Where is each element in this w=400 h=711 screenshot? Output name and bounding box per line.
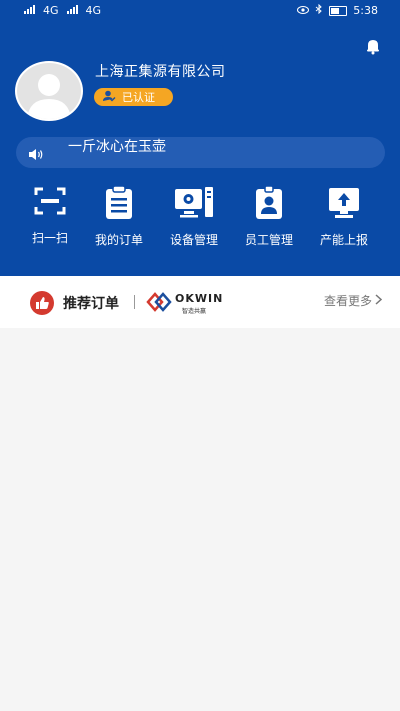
nav-label: 我的订单 [94,233,143,247]
nav-label: 产能上报 [319,233,368,247]
nav-item-devices[interactable]: 设备管理 [158,185,230,248]
clock-time: 5:38 [353,4,378,17]
chevron-right-icon [375,293,383,308]
signal-icon [24,4,35,14]
eye-icon [297,4,310,17]
quick-nav: 扫一扫 我的订单 设备管理 员工管理 产能上报 [0,185,400,255]
nav-item-capacity[interactable]: 产能上报 [308,185,380,248]
certified-label: 已认证 [122,91,155,104]
nav-item-employees[interactable]: 员工管理 [233,185,305,248]
company-name: 上海正集源有限公司 [95,64,226,80]
recommended-orders-section: 推荐订单 OKWIN 智造共赢 查看更多 [0,276,400,328]
view-more-link[interactable]: 查看更多 [323,292,383,309]
upload-icon [329,188,359,218]
device-icon [175,187,213,218]
nav-item-orders[interactable]: 我的订单 [83,185,155,248]
notice-text: 一斤冰心在玉壶 [68,139,166,155]
order-icon [106,185,132,219]
thumbs-up-icon [30,291,54,315]
logo-text: OKWIN [175,292,224,305]
view-more-label: 查看更多 [323,294,372,308]
section-title: 推荐订单 [63,296,119,312]
notice-bar[interactable]: 一斤冰心在玉壶 [16,137,385,168]
speaker-icon [28,146,44,165]
nav-item-scan[interactable]: 扫一扫 [14,185,86,246]
battery-icon [329,5,348,16]
okwin-logo-icon [146,291,174,317]
scan-icon [34,187,66,215]
signal-icon [66,4,78,14]
status-bar: 4G 4G 5:38 [0,0,400,22]
header-panel: 4G 4G 5:38 上海正集源有限公司 已认证 一斤冰心在玉壶 扫一扫 我的订… [0,0,400,276]
certified-badge: 已认证 [94,88,173,106]
nav-label: 设备管理 [169,233,218,247]
divider [134,295,135,309]
bluetooth-icon [315,3,323,17]
employee-icon [256,185,282,219]
logo-subtext: 智造共赢 [182,308,207,315]
network-label: 4G [43,4,59,17]
certified-user-icon [102,90,116,105]
notification-bell-icon[interactable] [364,37,382,55]
avatar[interactable] [15,61,83,121]
nav-label: 员工管理 [244,233,293,247]
nav-label: 扫一扫 [31,231,68,245]
network-label: 4G [85,4,102,17]
